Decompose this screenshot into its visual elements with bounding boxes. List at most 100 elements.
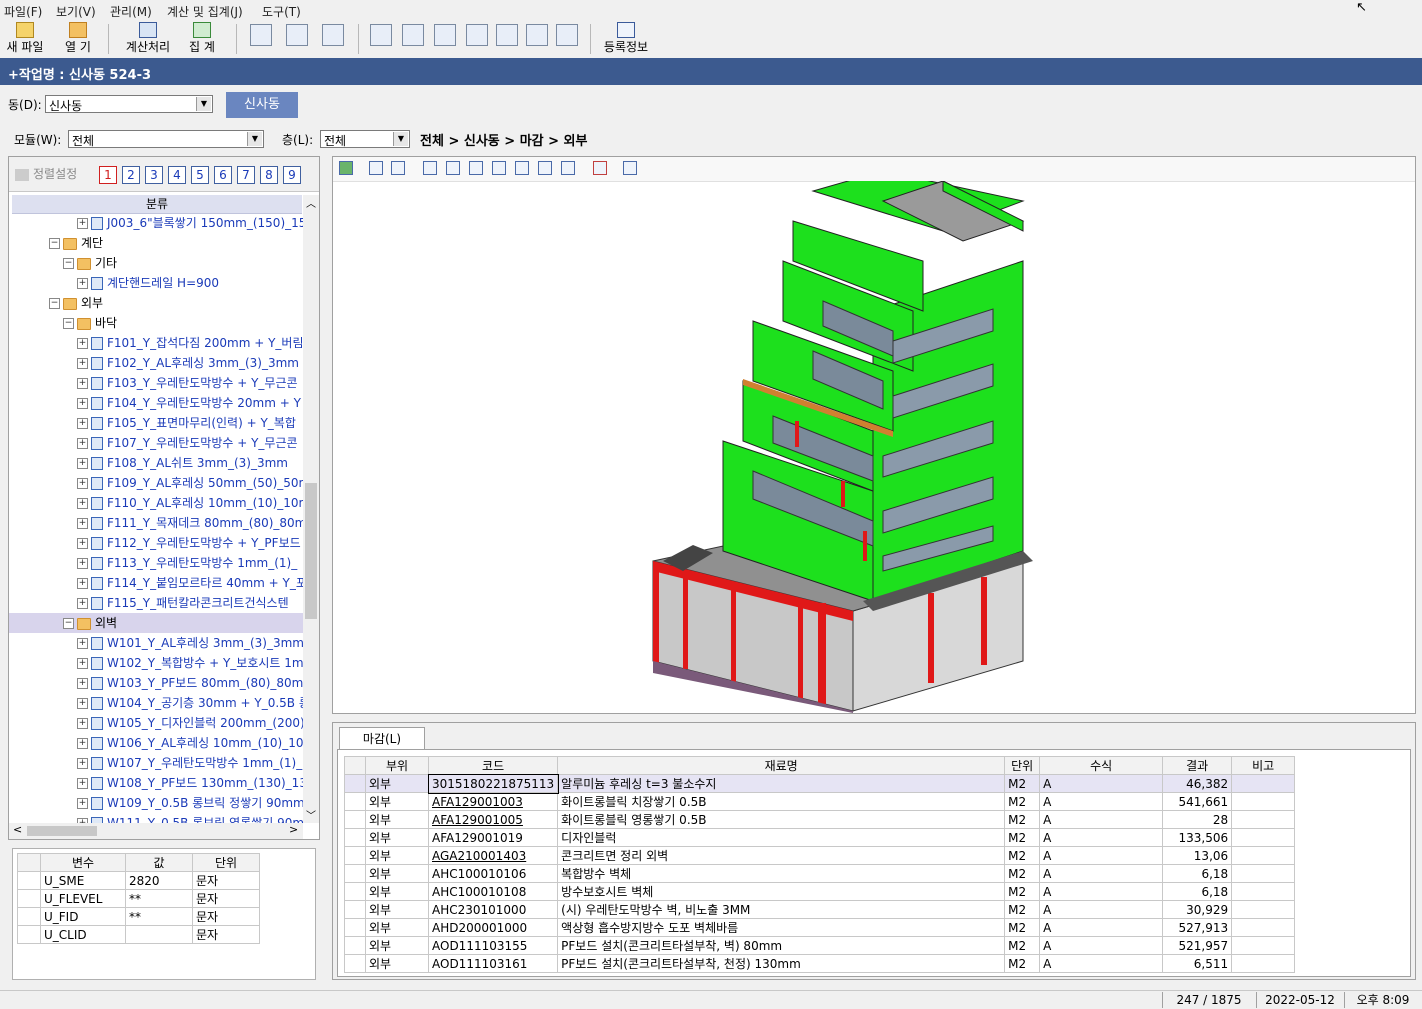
menu-file[interactable]: 파일(F) <box>4 3 42 20</box>
preview-icon[interactable] <box>250 24 272 46</box>
row-selector[interactable] <box>344 828 366 847</box>
tree-item[interactable]: + W105_Y_디자인블럭 200mm_(200)_ <box>9 713 303 733</box>
table-row[interactable]: 외부 AFA129001019 디자인블럭 M2 A 133,506 <box>344 828 1296 847</box>
tree-item[interactable]: + F114_Y_붙임모르타르 40mm + Y_포 <box>9 573 303 593</box>
tree-item[interactable]: + F107_Y_우레탄도막방수 + Y_무근콘 <box>9 433 303 453</box>
col-header-material[interactable]: 재료명 <box>557 756 1006 775</box>
report-edit-icon[interactable] <box>496 24 518 46</box>
row-selector[interactable] <box>344 792 366 811</box>
tree-item[interactable]: + W104_Y_공기층 30mm + Y_0.5B 롱 <box>9 693 303 713</box>
table-row[interactable]: 외부 AGA210001403 콘크리트면 정리 외벽 M2 A 13,06 <box>344 846 1296 865</box>
cell-code[interactable]: AHC100010108 <box>427 882 559 901</box>
select-icon[interactable] <box>391 161 405 175</box>
module-select[interactable]: 전체 ▼ <box>68 130 264 148</box>
tree-item[interactable]: + W109_Y_0.5B 롱브릭 정쌓기 90mm. <box>9 793 303 813</box>
dong-select[interactable]: 신사동 ▼ <box>45 95 213 113</box>
expand-toggle-icon[interactable]: + <box>77 678 88 689</box>
expand-toggle-icon[interactable]: + <box>77 538 88 549</box>
tree-item[interactable]: + J003_6"블록쌓기 150mm_(150)_150m <box>9 213 303 233</box>
expand-toggle-icon[interactable]: + <box>77 218 88 229</box>
table-row[interactable]: 외부 AOD111103161 PF보드 설치(콘크리트타설부착, 천정) 130m… <box>344 954 1296 973</box>
tree-item[interactable]: + 계단핸드레일 H=900 <box>9 273 303 293</box>
expand-toggle-icon[interactable]: + <box>77 418 88 429</box>
expand-toggle-icon[interactable]: + <box>77 718 88 729</box>
expand-toggle-icon[interactable]: − <box>63 618 74 629</box>
number-tab-9[interactable]: 9 <box>283 166 301 184</box>
calc-button[interactable]: 계산처리 <box>122 22 174 56</box>
number-tab-7[interactable]: 7 <box>237 166 255 184</box>
tree-item[interactable]: + W107_Y_우레탄도막방수 1mm_(1)_ <box>9 753 303 773</box>
table-row[interactable]: 외부 AFA129001003 화이트롱블릭 치장쌓기 0.5B M2 A 541,661 <box>344 792 1296 811</box>
tree-item[interactable]: + F115_Y_패턴칼라콘크리트건식스텐 <box>9 593 303 613</box>
report-f-icon[interactable] <box>556 24 578 46</box>
row-selector[interactable] <box>344 882 366 901</box>
number-tab-8[interactable]: 8 <box>260 166 278 184</box>
aggregate-button[interactable]: 집 계 <box>182 22 222 56</box>
tree-item[interactable]: − 바닥 <box>9 313 303 333</box>
model-icon[interactable] <box>339 161 353 175</box>
report-b-icon[interactable] <box>402 24 424 46</box>
tree-item[interactable]: + W108_Y_PF보드 130mm_(130)_130r <box>9 773 303 793</box>
tree-item[interactable]: + W111_Y_0.5B 롱브릭 영롱쌓기 90m <box>9 813 303 823</box>
list-icon[interactable] <box>593 161 607 175</box>
view-cube-back-icon[interactable] <box>446 161 460 175</box>
report-a-icon[interactable] <box>370 24 392 46</box>
cell-code[interactable]: AHC230101000 <box>427 900 559 919</box>
expand-toggle-icon[interactable]: + <box>77 438 88 449</box>
expand-toggle-icon[interactable]: + <box>77 278 88 289</box>
model-viewer[interactable] <box>332 156 1416 714</box>
expand-toggle-icon[interactable]: + <box>77 378 88 389</box>
table-row[interactable]: 외부 AHC230101000 (시) 우레탄도막방수 벽, 비노출 3MM M2 A 3… <box>344 900 1296 919</box>
col-header-unit[interactable]: 단위 <box>1004 756 1041 775</box>
tree-item[interactable]: + W106_Y_AL후레싱 10mm_(10)_10m <box>9 733 303 753</box>
expand-toggle-icon[interactable]: − <box>63 318 74 329</box>
tree-item[interactable]: − 외부 <box>9 293 303 313</box>
tab-dong[interactable]: 신사동 <box>226 92 298 118</box>
number-tab-5[interactable]: 5 <box>191 166 209 184</box>
row-selector[interactable] <box>344 846 366 865</box>
cell-code[interactable]: AOD111103161 <box>427 954 559 973</box>
sort-settings-button[interactable]: 정렬설정 <box>15 165 91 183</box>
expand-toggle-icon[interactable]: + <box>77 518 88 529</box>
scroll-left-icon[interactable]: < <box>13 823 22 836</box>
cell-code[interactable]: AGA210001403 <box>427 846 559 865</box>
number-tab-4[interactable]: 4 <box>168 166 186 184</box>
tree-item[interactable]: − 외벽 <box>9 613 303 633</box>
tree-item[interactable]: + F105_Y_표면마무리(인력) + Y_복합 <box>9 413 303 433</box>
tree-item[interactable]: + W102_Y_복합방수 + Y_보호시트 1m <box>9 653 303 673</box>
menu-tools[interactable]: 도구(T) <box>262 3 301 20</box>
row-selector[interactable] <box>344 900 366 919</box>
print-preview-icon[interactable] <box>322 24 344 46</box>
variable-row[interactable]: U_SME 2820 문자 <box>17 871 260 890</box>
menu-view[interactable]: 보기(V) <box>56 3 96 20</box>
view-cube-right-icon[interactable] <box>492 161 506 175</box>
menu-calc[interactable]: 계산 및 집계(J) <box>167 3 243 20</box>
variable-row[interactable]: U_FLEVEL ** 문자 <box>17 889 260 908</box>
cell-code[interactable]: 3015180221875113 <box>427 773 559 794</box>
report-c-icon[interactable] <box>434 24 456 46</box>
expand-toggle-icon[interactable]: + <box>77 558 88 569</box>
expand-toggle-icon[interactable]: − <box>49 238 60 249</box>
col-header-formula[interactable]: 수식 <box>1039 756 1164 775</box>
scroll-down-icon[interactable]: ﹀ <box>306 807 316 822</box>
expand-toggle-icon[interactable]: + <box>77 398 88 409</box>
tree-item[interactable]: + F103_Y_우레탄도막방수 + Y_무근콘 <box>9 373 303 393</box>
expand-toggle-icon[interactable]: − <box>49 298 60 309</box>
expand-toggle-icon[interactable]: + <box>77 338 88 349</box>
row-selector[interactable] <box>17 925 41 944</box>
tree-item[interactable]: + F109_Y_AL후레싱 50mm_(50)_50m <box>9 473 303 493</box>
col-header-note[interactable]: 비고 <box>1231 756 1296 775</box>
expand-toggle-icon[interactable]: + <box>77 578 88 589</box>
tree-item[interactable]: + F108_Y_AL쉬트 3mm_(3)_3mm <box>9 453 303 473</box>
expand-toggle-icon[interactable]: + <box>77 778 88 789</box>
expand-toggle-icon[interactable]: + <box>77 798 88 809</box>
tree-horizontal-scrollbar[interactable]: < > <box>9 823 303 839</box>
expand-toggle-icon[interactable]: + <box>77 698 88 709</box>
tree-item[interactable]: + F104_Y_우레탄도막방수 20mm + Y <box>9 393 303 413</box>
number-tab-2[interactable]: 2 <box>122 166 140 184</box>
col-header-result[interactable]: 결과 <box>1162 756 1233 775</box>
scroll-up-icon[interactable]: ︿ <box>306 195 316 210</box>
cell-code[interactable]: AHC100010106 <box>427 864 559 883</box>
report-d-icon[interactable] <box>466 24 488 46</box>
scroll-thumb[interactable] <box>27 826 97 836</box>
